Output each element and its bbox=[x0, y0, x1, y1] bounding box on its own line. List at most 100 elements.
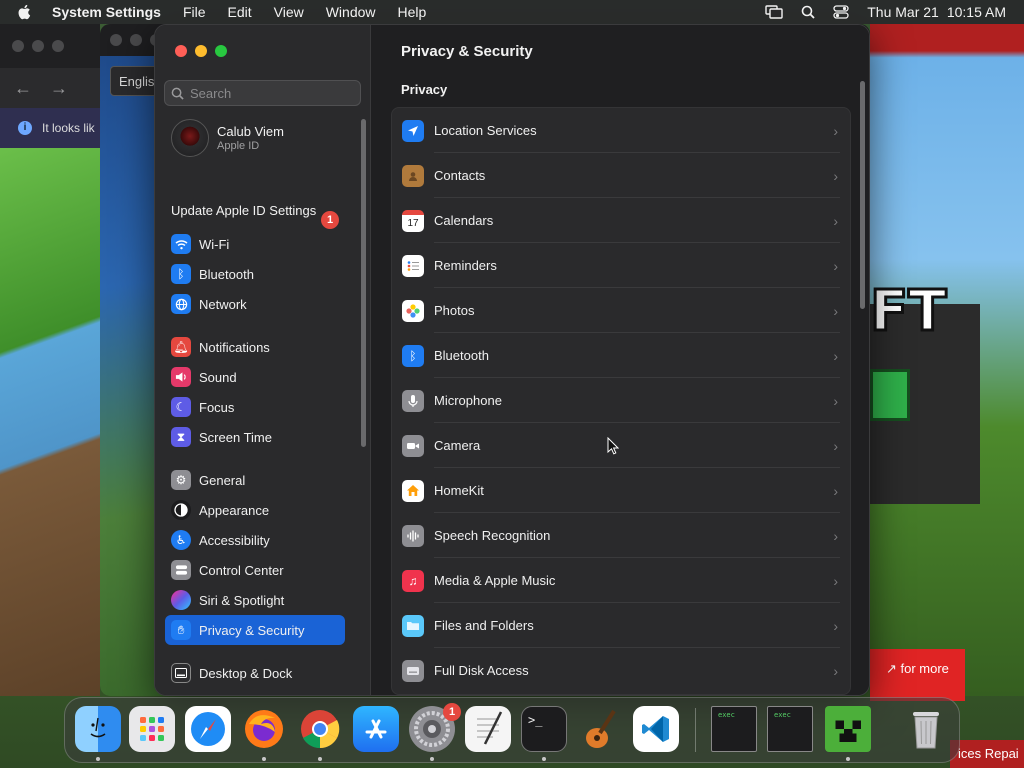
sidebar-list[interactable]: Calub Viem Apple ID Update Apple ID Sett… bbox=[155, 113, 371, 695]
search-input[interactable] bbox=[190, 85, 350, 101]
menu-edit[interactable]: Edit bbox=[228, 4, 252, 20]
sidebar-item-network[interactable]: Network bbox=[165, 289, 345, 319]
privacy-row-microphone[interactable]: Microphone › bbox=[392, 378, 850, 423]
row-label: HomeKit bbox=[434, 483, 484, 498]
privacy-row-contacts[interactable]: Contacts › bbox=[392, 153, 850, 198]
app-store-icon[interactable] bbox=[353, 706, 399, 752]
privacy-row-files-folders[interactable]: Files and Folders › bbox=[392, 603, 850, 648]
menu-file[interactable]: File bbox=[183, 4, 206, 20]
exec-window-1-icon[interactable]: exec bbox=[711, 706, 757, 752]
menu-help[interactable]: Help bbox=[398, 4, 427, 20]
sidebar-item-screen-time[interactable]: ⧗ Screen Time bbox=[165, 422, 345, 452]
forward-arrow-icon[interactable]: → bbox=[50, 78, 68, 99]
sidebar-search[interactable] bbox=[164, 80, 361, 106]
sidebar-item-label: Wi-Fi bbox=[199, 236, 230, 252]
play-button[interactable] bbox=[870, 369, 910, 421]
section-title: Privacy bbox=[401, 82, 448, 97]
background-browser-window[interactable]: ← → i It looks lik bbox=[0, 24, 100, 696]
row-label: Files and Folders bbox=[434, 618, 534, 633]
zoom-window-button[interactable] bbox=[215, 45, 227, 57]
sidebar-item-privacy-security[interactable]: ✋︎ Privacy & Security bbox=[165, 615, 345, 645]
chrome-icon[interactable] bbox=[297, 706, 343, 752]
privacy-row-photos[interactable]: Photos › bbox=[392, 288, 850, 333]
minecraft-icon[interactable] bbox=[825, 706, 871, 752]
privacy-row-bluetooth[interactable]: ᛒ Bluetooth › bbox=[392, 333, 850, 378]
finder-icon[interactable] bbox=[75, 706, 121, 752]
row-label: Calendars bbox=[434, 213, 494, 228]
terminal-icon[interactable]: >_ bbox=[521, 706, 567, 752]
back-arrow-icon[interactable]: ← bbox=[14, 78, 32, 99]
vscode-icon[interactable] bbox=[633, 706, 679, 752]
update-apple-id-item[interactable]: Update Apple ID Settings bbox=[171, 203, 341, 219]
menu-clock[interactable]: Thu Mar 21 10:15 AM bbox=[867, 4, 1006, 20]
appearance-icon bbox=[171, 500, 191, 520]
sidebar-item-appearance[interactable]: Appearance bbox=[165, 495, 345, 525]
chevron-right-icon: › bbox=[833, 167, 838, 184]
sidebar-item-label: Siri & Spotlight bbox=[199, 592, 285, 608]
running-indicator bbox=[430, 757, 434, 761]
minimize-window-button[interactable] bbox=[195, 45, 207, 57]
row-label: Microphone bbox=[434, 393, 502, 408]
chevron-right-icon: › bbox=[833, 392, 838, 409]
menu-app-name[interactable]: System Settings bbox=[52, 4, 161, 20]
search-icon bbox=[171, 87, 184, 100]
trash-icon[interactable] bbox=[903, 706, 949, 752]
menu-window[interactable]: Window bbox=[326, 4, 376, 20]
row-label: Speech Recognition bbox=[434, 528, 551, 543]
privacy-row-calendars[interactable]: 17 Calendars › bbox=[392, 198, 850, 243]
textedit-icon[interactable] bbox=[465, 706, 511, 752]
close-window-button[interactable] bbox=[175, 45, 187, 57]
chevron-right-icon: › bbox=[833, 527, 838, 544]
system-settings-icon[interactable]: 1 bbox=[409, 703, 461, 752]
calendar-icon: 17 bbox=[402, 209, 424, 232]
reminders-icon bbox=[402, 254, 424, 277]
sidebar-item-label: Focus bbox=[199, 399, 235, 415]
sidebar-item-control-center[interactable]: Control Center bbox=[165, 555, 345, 585]
window-controls bbox=[175, 45, 227, 57]
sidebar-item-bluetooth[interactable]: ᛒ Bluetooth bbox=[165, 259, 345, 289]
sidebar-item-desktop-dock[interactable]: Desktop & Dock bbox=[165, 658, 345, 688]
chevron-right-icon: › bbox=[833, 662, 838, 679]
exec-window-2-icon[interactable]: exec bbox=[767, 706, 813, 752]
menu-view[interactable]: View bbox=[274, 4, 304, 20]
control-center-icon[interactable] bbox=[833, 5, 849, 19]
chevron-right-icon: › bbox=[833, 437, 838, 454]
settings-sidebar: Calub Viem Apple ID Update Apple ID Sett… bbox=[155, 25, 371, 695]
sidebar-item-label: General bbox=[199, 472, 246, 488]
sidebar-item-accessibility[interactable]: ♿︎ Accessibility bbox=[165, 525, 345, 555]
privacy-row-media-apple-music[interactable]: ♫ Media & Apple Music › bbox=[392, 558, 850, 603]
dock-badge: 1 bbox=[443, 703, 461, 721]
safari-icon[interactable] bbox=[185, 706, 231, 752]
sidebar-item-notifications[interactable]: 🔔︎ Notifications bbox=[165, 332, 345, 362]
sidebar-item-focus[interactable]: ☾ Focus bbox=[165, 392, 345, 422]
sidebar-item-wifi[interactable]: Wi-Fi bbox=[165, 229, 345, 259]
menu-date: Thu Mar 21 bbox=[867, 4, 939, 20]
sidebar-item-general[interactable]: ⚙ General bbox=[165, 465, 345, 495]
sidebar-scrollbar[interactable] bbox=[361, 119, 366, 447]
spotlight-search-icon[interactable] bbox=[801, 5, 815, 19]
sidebar-item-siri[interactable]: Siri & Spotlight bbox=[165, 585, 345, 615]
launchpad-icon[interactable] bbox=[129, 706, 175, 752]
privacy-row-location-services[interactable]: Location Services › bbox=[392, 108, 850, 153]
promo-link[interactable]: ↗ for more bbox=[870, 649, 965, 701]
privacy-row-reminders[interactable]: Reminders › bbox=[392, 243, 850, 288]
privacy-row-speech-recognition[interactable]: Speech Recognition › bbox=[392, 513, 850, 558]
garageband-icon[interactable] bbox=[577, 706, 623, 752]
sidebar-item-label: Notifications bbox=[199, 339, 270, 355]
chevron-right-icon: › bbox=[833, 257, 838, 274]
sidebar-item-label: Desktop & Dock bbox=[199, 665, 293, 681]
waveform-icon bbox=[402, 524, 424, 547]
privacy-row-camera[interactable]: Camera › bbox=[392, 423, 850, 468]
moon-icon: ☾ bbox=[171, 397, 191, 417]
sidebar-item-sound[interactable]: Sound bbox=[165, 362, 345, 392]
content-scrollbar[interactable] bbox=[860, 81, 865, 309]
screen-mirroring-icon[interactable] bbox=[765, 5, 783, 19]
apple-id-profile[interactable]: Calub Viem Apple ID bbox=[171, 119, 284, 157]
sidebar-item-label: Bluetooth bbox=[199, 266, 254, 282]
privacy-row-homekit[interactable]: HomeKit › bbox=[392, 468, 850, 513]
hourglass-icon: ⧗ bbox=[171, 427, 191, 447]
privacy-row-full-disk-access[interactable]: Full Disk Access › bbox=[392, 648, 850, 693]
apple-icon[interactable] bbox=[16, 3, 34, 21]
firefox-icon[interactable] bbox=[241, 706, 287, 752]
running-indicator bbox=[846, 757, 850, 761]
